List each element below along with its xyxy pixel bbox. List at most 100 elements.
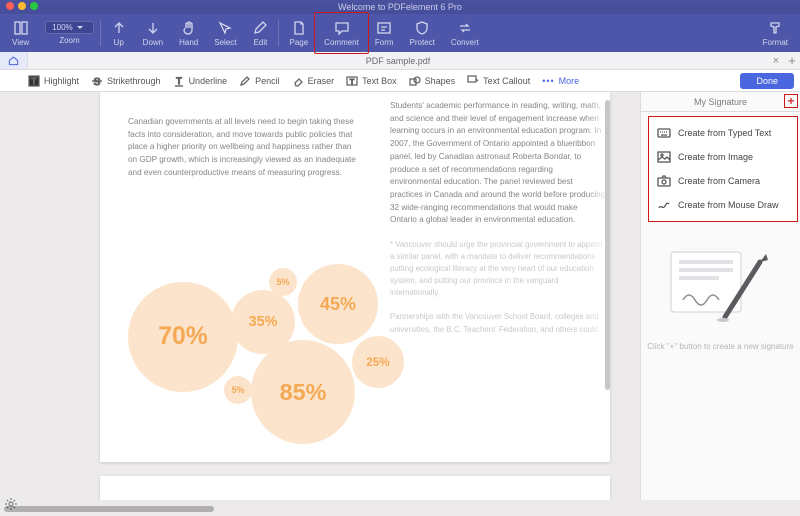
select-icon [217,20,233,36]
signature-panel-title: My Signature [694,97,747,107]
add-signature-button[interactable]: + [784,94,798,108]
eraser-tool[interactable]: Eraser [292,75,335,87]
hand-button[interactable]: Hand [171,14,206,52]
highlight-tool[interactable]: T Highlight [28,75,79,87]
view-label: View [12,38,29,47]
page-scrollbar[interactable] [605,100,610,390]
format-label: Format [763,38,788,47]
textcallout-label: Text Callout [483,76,530,86]
comment-button[interactable]: Comment [316,14,367,52]
create-from-mouse-draw[interactable]: Create from Mouse Draw [649,193,797,217]
create-from-typed-text[interactable]: Create from Typed Text [649,121,797,145]
shapes-label: Shapes [425,76,456,86]
done-button[interactable]: Done [740,73,794,89]
select-label: Select [214,38,236,47]
menu-label: Create from Image [678,152,753,162]
create-from-camera[interactable]: Create from Camera [649,169,797,193]
create-from-image[interactable]: Create from Image [649,145,797,169]
edit-icon [252,20,268,36]
format-icon [767,20,783,36]
hand-icon [181,20,197,36]
home-tab[interactable] [0,52,28,69]
textbox-icon: T [346,75,358,87]
comment-label: Comment [324,38,359,47]
pdf-page-next [100,476,610,500]
edit-label: Edit [254,38,268,47]
app-title: Welcome to PDFelement 6 Pro [338,2,462,12]
zoom-value: 100% [52,23,72,32]
svg-text:T: T [350,79,355,86]
pdf-page: Canadian governments at all levels need … [100,92,610,462]
eraser-icon [292,75,304,87]
select-button[interactable]: Select [206,14,244,52]
underline-icon: T [173,75,185,87]
up-label: Up [114,38,124,47]
view-icon [13,20,29,36]
zoom-label: Zoom [59,36,79,45]
document-viewport[interactable]: Canadian governments at all levels need … [22,92,640,500]
form-label: Form [375,38,394,47]
textcallout-tool[interactable]: Text Callout [467,75,530,87]
draw-icon [657,198,671,212]
page-label: Page [289,38,308,47]
signature-panel: My Signature + Create from Typed Text Cr… [640,92,800,500]
main-toolbar: View 100% Zoom Up Down Hand Select Edit … [0,14,800,52]
camera-icon [657,174,671,188]
strikethrough-label: Strikethrough [107,76,161,86]
arrow-up-icon [111,20,127,36]
form-icon [376,20,392,36]
menu-label: Create from Mouse Draw [678,200,779,210]
textbox-tool[interactable]: T Text Box [346,75,397,87]
strikethrough-tool[interactable]: S Strikethrough [91,75,161,87]
highlight-label: Highlight [44,76,79,86]
convert-button[interactable]: Convert [443,14,487,52]
hand-label: Hand [179,38,198,47]
close-window-button[interactable] [6,2,14,10]
underline-tool[interactable]: T Underline [173,75,228,87]
page-icon [291,20,307,36]
pencil-tool[interactable]: Pencil [239,75,280,87]
new-tab-button[interactable]: + [784,53,800,68]
format-button[interactable]: Format [755,14,796,52]
shapes-tool[interactable]: Shapes [409,75,456,87]
doc-text-col1: Canadian governments at all levels need … [128,116,356,180]
window-controls [6,2,38,10]
shield-icon [414,20,430,36]
up-button[interactable]: Up [103,14,135,52]
file-tab-label: PDF sample.pdf [366,56,431,66]
shapes-icon [409,75,421,87]
view-button[interactable]: View [4,14,37,52]
signature-preview-placeholder [665,242,777,332]
minimize-window-button[interactable] [18,2,26,10]
doc-para-a: Students' academic performance in readin… [390,100,606,227]
signature-panel-header: My Signature + [641,92,800,112]
home-icon [8,55,19,66]
pencil-icon [239,75,251,87]
maximize-window-button[interactable] [30,2,38,10]
arrow-down-icon [145,20,161,36]
horizontal-scrollbar[interactable] [4,506,214,512]
protect-button[interactable]: Protect [402,14,443,52]
tab-bar: PDF sample.pdf × + [0,52,800,70]
menu-label: Create from Camera [678,176,760,186]
file-tab[interactable]: PDF sample.pdf [28,52,768,70]
close-tab-button[interactable]: × [768,55,784,67]
chart-bubble: 70% [128,282,238,392]
convert-label: Convert [451,38,479,47]
signature-create-menu: Create from Typed Text Create from Image… [648,116,798,222]
done-label: Done [756,76,778,86]
chart-bubble: 45% [298,264,378,344]
separator [278,20,279,46]
textbox-label: Text Box [362,76,397,86]
comment-icon [334,20,350,36]
chart-bubble: 5% [269,268,297,296]
page-button[interactable]: Page [281,14,316,52]
chart-bubble: 25% [352,336,404,388]
callout-icon [467,75,479,87]
zoom-button[interactable]: 100% Zoom [37,14,97,52]
form-button[interactable]: Form [367,14,402,52]
more-button[interactable]: ••• More [542,76,579,86]
down-button[interactable]: Down [135,14,171,52]
zoom-select[interactable]: 100% [45,21,93,34]
edit-button[interactable]: Edit [244,14,276,52]
